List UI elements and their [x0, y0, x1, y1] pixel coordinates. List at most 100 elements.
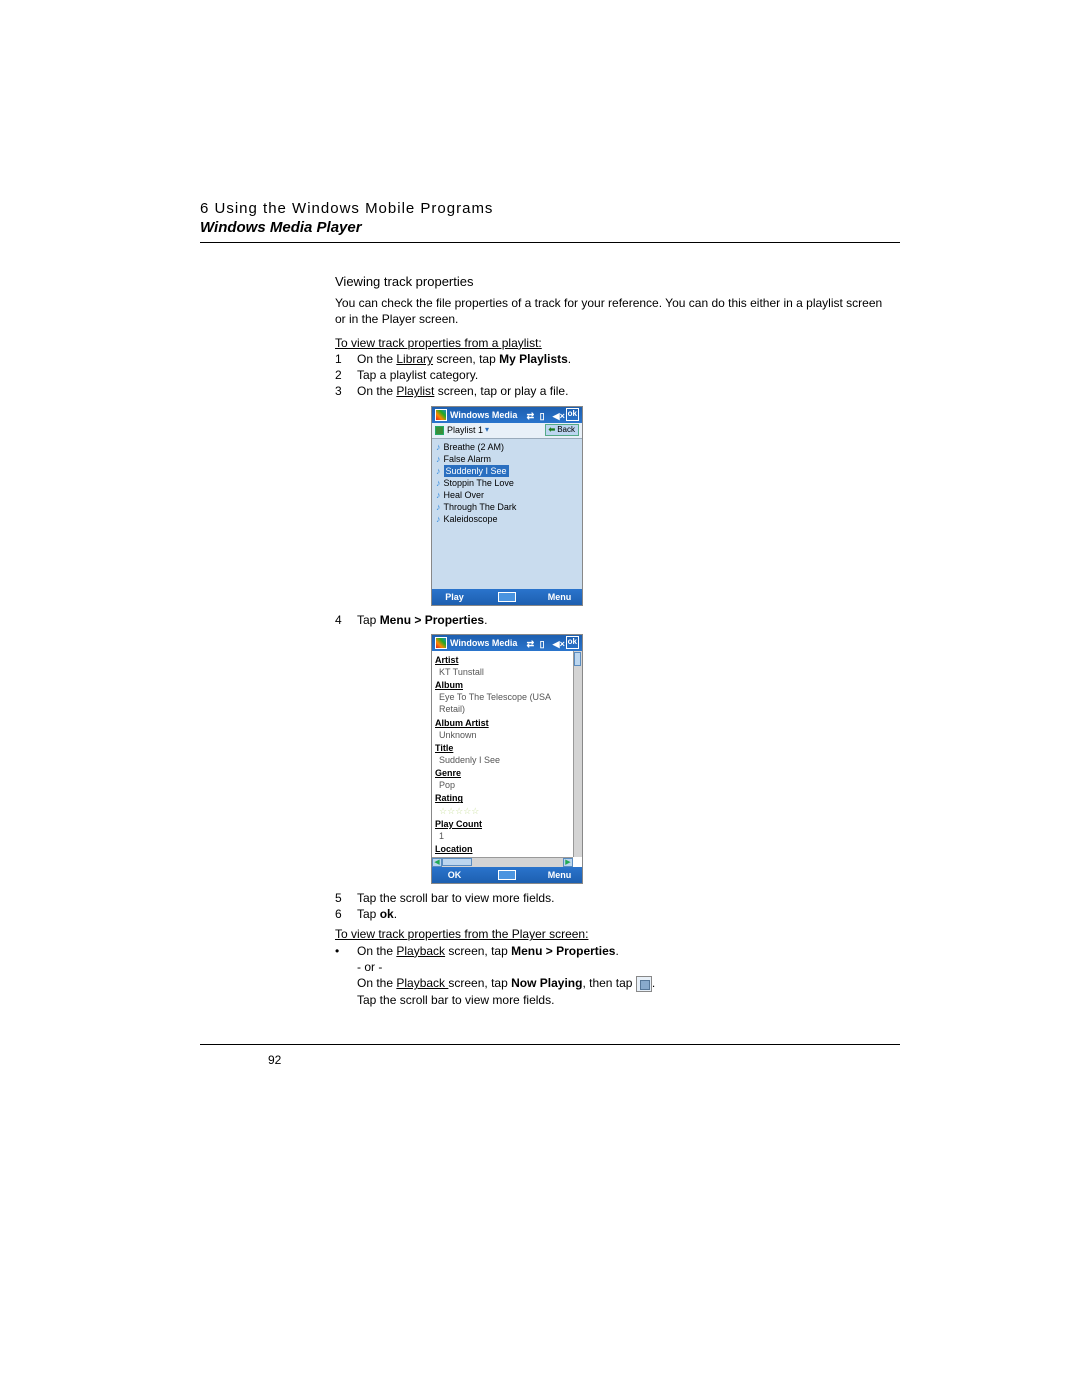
- playlist-name: Playlist 1: [447, 424, 483, 436]
- playback-link: Playback: [396, 976, 448, 990]
- t: On the: [357, 944, 396, 958]
- page-number: 92: [268, 1053, 900, 1067]
- procedure-1-title: To view track properties from a playlist…: [335, 335, 895, 351]
- scrollbar-thumb[interactable]: [442, 858, 472, 866]
- step-text: Tap a playlist category.: [357, 367, 571, 383]
- step-text: On the Library screen, tap My Playlists.: [357, 351, 571, 367]
- start-flag-icon[interactable]: [435, 409, 447, 421]
- or-text: - or -: [357, 959, 655, 975]
- procedure-2-title: To view track properties from the Player…: [335, 926, 895, 942]
- prop-value: Suddenly I See: [439, 754, 570, 766]
- menu-properties-label: Menu > Properties: [380, 613, 484, 627]
- ok-softkey[interactable]: OK: [432, 869, 477, 881]
- device-titlebar: Windows Media ⇄ ▯ ◀× ok: [432, 635, 582, 651]
- step-5-6: 5 Tap the scroll bar to view more fields…: [335, 890, 554, 922]
- menu-softkey[interactable]: Menu: [537, 591, 582, 603]
- properties-content: Artist KT Tunstall Album Eye To The Tele…: [432, 651, 573, 867]
- back-label: Back: [557, 425, 575, 436]
- track-item[interactable]: ♪Stoppin The Love: [432, 477, 582, 489]
- t: screen, tap: [433, 352, 499, 366]
- connectivity-icon: ⇄: [527, 638, 537, 648]
- track-item[interactable]: ♪Suddenly I See: [432, 465, 582, 477]
- step-text: Tap Menu > Properties.: [357, 612, 487, 628]
- prop-rating: ☆☆☆☆☆: [439, 805, 570, 817]
- track-item[interactable]: ♪Breathe (2 AM): [432, 441, 582, 453]
- menu-softkey[interactable]: Menu: [537, 869, 582, 881]
- step-num: 1: [335, 351, 357, 367]
- note-icon: ♪: [436, 453, 441, 465]
- prop-label: Album: [435, 679, 570, 691]
- device-softkeys: Play Menu: [432, 589, 582, 605]
- divider: [200, 242, 900, 243]
- divider: [200, 1044, 900, 1045]
- playlist-header[interactable]: Playlist 1 ▾ ⬅ Back: [432, 423, 582, 439]
- t: .: [484, 613, 487, 627]
- now-playing-label: Now Playing: [511, 976, 582, 990]
- play-softkey[interactable]: Play: [432, 591, 477, 603]
- track-label: Kaleidoscope: [444, 513, 498, 525]
- note-icon: ♪: [436, 477, 441, 489]
- scrollbar-thumb[interactable]: [574, 652, 581, 666]
- scroll-right-arrow[interactable]: ▶: [563, 858, 573, 867]
- step-text: Tap ok.: [357, 906, 554, 922]
- track-label: Through The Dark: [444, 501, 517, 513]
- menu-properties-label: Menu > Properties: [511, 944, 615, 958]
- track-item[interactable]: ♪False Alarm: [432, 453, 582, 465]
- t: screen, tap or play a file.: [434, 384, 568, 398]
- track-label: Breathe (2 AM): [444, 441, 505, 453]
- prop-label: Album Artist: [435, 717, 570, 729]
- ok-button[interactable]: ok: [566, 636, 579, 649]
- chapter-title: 6 Using the Windows Mobile Programs: [200, 200, 900, 217]
- device-softkeys: OK Menu: [432, 867, 582, 883]
- note-icon: ♪: [436, 465, 441, 477]
- prop-value: 1: [439, 830, 570, 842]
- track-label: False Alarm: [444, 453, 492, 465]
- step-text: On the Playlist screen, tap or play a fi…: [357, 383, 571, 399]
- intro-text: You can check the file properties of a t…: [335, 295, 895, 327]
- playback-link: Playback: [396, 944, 445, 958]
- t: On the: [357, 384, 396, 398]
- t: .: [615, 944, 618, 958]
- step-num: 3: [335, 383, 357, 399]
- app-title: Windows Media: [450, 637, 527, 649]
- track-label: Stoppin The Love: [444, 477, 514, 489]
- step-4: 4 Tap Menu > Properties.: [335, 612, 487, 628]
- page-footer: 92: [200, 1036, 900, 1067]
- scroll-track[interactable]: [442, 858, 563, 867]
- track-item[interactable]: ♪Kaleidoscope: [432, 513, 582, 525]
- content-area: Viewing track properties You can check t…: [335, 273, 895, 1008]
- properties-panel: Artist KT Tunstall Album Eye To The Tele…: [432, 651, 582, 867]
- screenshot-playlist: Windows Media ⇄ ▯ ◀× ok Playlist 1 ▾ ⬅ B…: [431, 406, 583, 606]
- note-icon: ♪: [436, 501, 441, 513]
- track-item[interactable]: ♪Through The Dark: [432, 501, 582, 513]
- note-icon: ♪: [436, 489, 441, 501]
- play-icon: [435, 426, 444, 435]
- ok-label: ok: [380, 907, 394, 921]
- back-button[interactable]: ⬅ Back: [545, 424, 580, 436]
- t: On the: [357, 352, 396, 366]
- track-list: ♪Breathe (2 AM) ♪False Alarm ♪Suddenly I…: [432, 439, 582, 589]
- prop-label: Location: [435, 843, 570, 855]
- prop-label: Rating: [435, 792, 570, 804]
- keyboard-icon[interactable]: [498, 870, 516, 880]
- step-num: 5: [335, 890, 357, 906]
- prop-label: Artist: [435, 654, 570, 666]
- ok-button[interactable]: ok: [566, 408, 579, 421]
- library-link: Library: [396, 352, 433, 366]
- signal-icon: ▯: [540, 638, 550, 648]
- horizontal-scrollbar[interactable]: ◀ ▶: [432, 857, 573, 867]
- connectivity-icon: ⇄: [527, 410, 537, 420]
- t: screen, tap: [445, 944, 511, 958]
- t: screen, tap: [448, 976, 511, 990]
- t: Tap: [357, 907, 380, 921]
- note-icon: ♪: [436, 441, 441, 453]
- step-num: 6: [335, 906, 357, 922]
- step-text: Tap the scroll bar to view more fields.: [357, 890, 554, 906]
- t: .: [568, 352, 571, 366]
- track-item[interactable]: ♪Heal Over: [432, 489, 582, 501]
- keyboard-icon[interactable]: [498, 592, 516, 602]
- t: On the: [357, 976, 396, 990]
- start-flag-icon[interactable]: [435, 637, 447, 649]
- vertical-scrollbar[interactable]: [573, 651, 582, 857]
- scroll-left-arrow[interactable]: ◀: [432, 858, 442, 867]
